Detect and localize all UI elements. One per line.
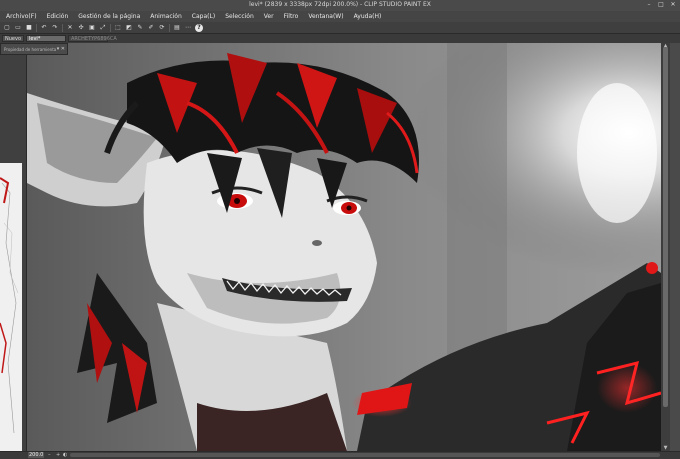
menu-filtro[interactable]: Filtro [284, 13, 299, 20]
document-tab-bar: Nuevo levi* ARCHETYP6896CA [0, 34, 680, 43]
window-title: levi* (2839 x 3338px 72dpi 200.0%) - CLI… [249, 1, 431, 8]
save-icon[interactable]: ■ [25, 24, 33, 32]
artwork [27, 43, 661, 451]
redo-icon[interactable]: ↷ [51, 24, 59, 32]
help-icon[interactable]: ? [195, 23, 203, 32]
rotate-view-icon[interactable]: ◐ [63, 452, 67, 458]
command-bar: ▢ ▭ ■ ↶ ↷ ✕ ✣ ▣ ⤢ ⬚ ◩ ✎ ✐ ⟳ ▤ ⋯ ? [0, 22, 680, 34]
invert-selection-icon[interactable]: ◩ [125, 24, 133, 32]
left-panel [0, 43, 27, 451]
zoom-level[interactable]: 200.0 [28, 452, 44, 458]
transform-icon[interactable]: ✣ [77, 24, 85, 32]
close-button[interactable]: ✕ [668, 1, 678, 9]
zoom-in-icon[interactable]: + [56, 452, 60, 458]
pen-icon[interactable]: ✎ [136, 24, 144, 32]
menu-bar: Archivo(F) Edición Gestión de la página … [0, 11, 680, 22]
brush-icon[interactable]: ✐ [147, 24, 155, 32]
tool-property-panel[interactable]: Propiedad de herramienta ▾ ✕ [0, 43, 68, 55]
maximize-button[interactable]: □ [656, 1, 666, 9]
toolbar-divider [110, 23, 111, 32]
fill-icon[interactable]: ▣ [88, 24, 96, 32]
clear-icon[interactable]: ✕ [66, 24, 74, 32]
minimize-button[interactable]: – [644, 1, 654, 9]
menu-gestion-pagina[interactable]: Gestión de la página [78, 13, 140, 20]
tab-nuevo[interactable]: Nuevo [2, 35, 24, 42]
undo-icon[interactable]: ↶ [40, 24, 48, 32]
toolbar-divider [36, 23, 37, 32]
menu-seleccion[interactable]: Selección [225, 13, 254, 20]
horizontal-scrollbar[interactable] [70, 453, 660, 457]
toolbar-divider [169, 23, 170, 32]
menu-archivo[interactable]: Archivo(F) [6, 13, 37, 20]
menu-edicion[interactable]: Edición [47, 13, 69, 20]
tab-archetyp[interactable]: ARCHETYP6896CA [68, 35, 117, 42]
rotate-icon[interactable]: ⟳ [158, 24, 166, 32]
menu-animacion[interactable]: Animación [150, 13, 182, 20]
window-controls: – □ ✕ [644, 1, 678, 9]
right-panel-edge [670, 43, 680, 451]
menu-capa[interactable]: Capa(L) [192, 13, 215, 20]
menu-ayuda[interactable]: Ayuda(H) [354, 13, 382, 20]
scale-icon[interactable]: ⤢ [99, 24, 107, 32]
zoom-out-icon[interactable]: – [48, 452, 51, 458]
tab-levi[interactable]: levi* [26, 35, 66, 42]
deselect-icon[interactable]: ⬚ [114, 24, 122, 32]
reference-thumbnail [0, 163, 22, 451]
open-folder-icon[interactable]: ▭ [14, 24, 22, 32]
new-file-icon[interactable]: ▢ [3, 24, 11, 32]
menu-ver[interactable]: Ver [264, 13, 274, 20]
menu-ventana[interactable]: Ventana(W) [308, 13, 343, 20]
vertical-scrollbar[interactable]: ▲ ▼ [661, 43, 670, 451]
canvas-area[interactable] [27, 43, 661, 451]
toolbar-divider [62, 23, 63, 32]
tool-property-label: Propiedad de herramienta [4, 47, 57, 52]
ruler-icon[interactable]: ▤ [173, 24, 181, 32]
panel-menu-icon[interactable]: ▾ ✕ [57, 46, 65, 52]
snap-icon[interactable]: ⋯ [184, 24, 192, 32]
scrollbar-thumb[interactable] [663, 47, 668, 407]
